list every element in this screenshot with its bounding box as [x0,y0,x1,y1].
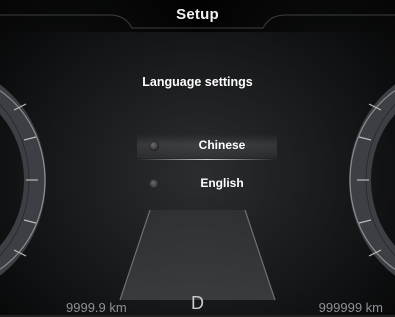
right-gauge [349,84,395,276]
left-gauge [0,84,46,276]
trip-readout: 999999 km [318,300,383,315]
language-option-label: Chinese [198,138,246,152]
road-graphic [120,210,275,300]
radio-dot-icon [149,179,159,189]
page-title: Setup [176,6,219,23]
language-option-label: English [200,176,244,190]
radio-dot-icon [149,141,159,151]
language-option-english[interactable]: English [137,172,277,196]
language-option-chinese[interactable]: Chinese [137,134,277,160]
instrument-cluster-screen: Setup Language settings Chinese English … [0,0,395,317]
settings-subtitle: Language settings [142,75,253,89]
